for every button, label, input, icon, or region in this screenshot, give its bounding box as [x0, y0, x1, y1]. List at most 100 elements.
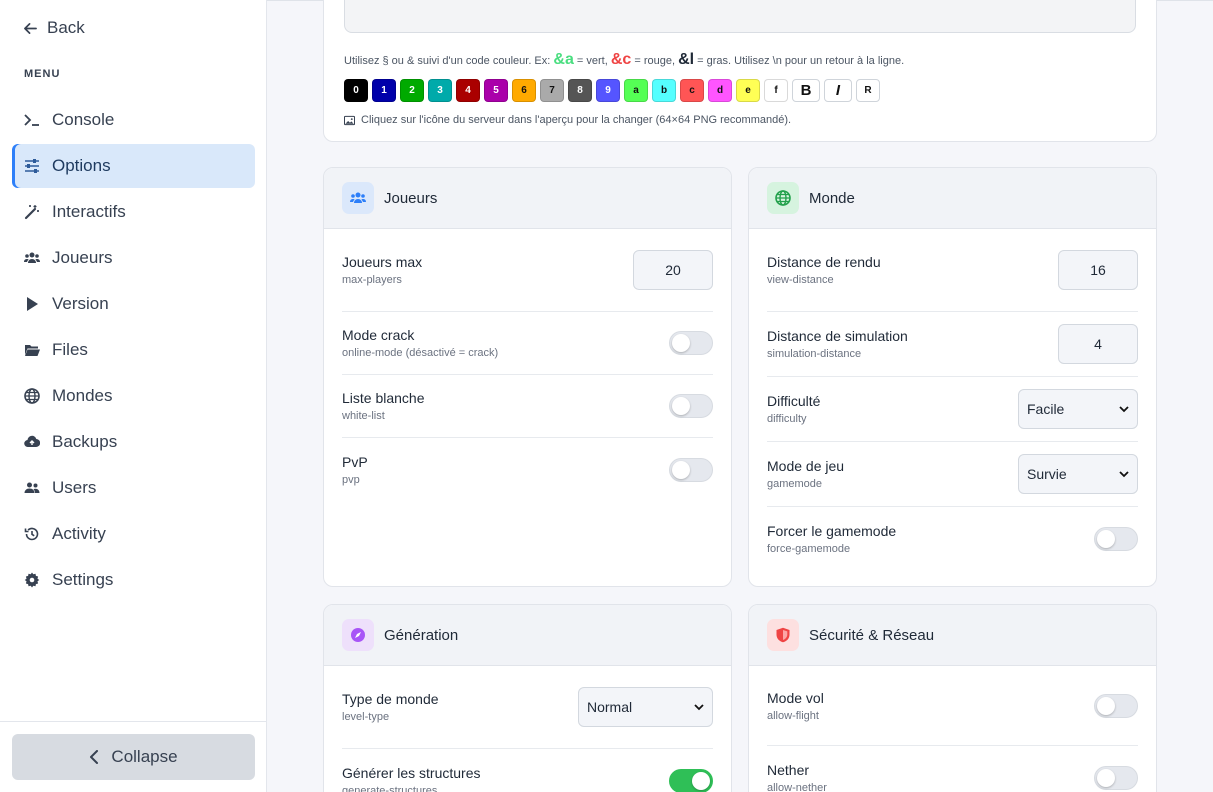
sidebar-item-mondes[interactable]: Mondes — [12, 374, 255, 418]
users-icon — [24, 252, 40, 263]
securite-card: Sécurité & Réseau Mode vol allow-flight N… — [748, 604, 1157, 792]
color-swatch[interactable]: a — [624, 79, 648, 102]
format-reset-button[interactable]: R — [856, 79, 880, 102]
simulation-distance-input[interactable] — [1058, 324, 1138, 364]
sidebar-item-joueurs[interactable]: Joueurs — [12, 236, 255, 280]
color-swatch[interactable]: 0 — [344, 79, 368, 102]
sidebar-item-label: Console — [52, 110, 115, 129]
format-italic-button[interactable]: I — [824, 79, 852, 102]
sidebar-item-label: Activity — [52, 524, 106, 543]
collapse-button[interactable]: Collapse — [12, 734, 255, 780]
sidebar-item-interactifs[interactable]: Interactifs — [12, 190, 255, 234]
sidebar-item-console[interactable]: Console — [12, 98, 255, 142]
setting-row: Difficulté difficulty Facile — [767, 377, 1138, 442]
monde-badge — [767, 182, 799, 214]
color-swatch[interactable]: 9 — [596, 79, 620, 102]
color-swatch[interactable]: 7 — [540, 79, 564, 102]
menu-title: MENU — [24, 68, 61, 80]
shield-icon — [776, 627, 790, 643]
color-swatch[interactable]: e — [736, 79, 760, 102]
joueurs-card-header: Joueurs — [324, 168, 731, 229]
sidebar-item-label: Files — [52, 340, 88, 359]
sidebar-item-users[interactable]: Users — [12, 466, 255, 510]
securite-card-header: Sécurité & Réseau — [749, 605, 1156, 666]
joueurs-card: Joueurs Joueurs maxmax-players Mode crac… — [323, 167, 732, 587]
users-icon — [350, 192, 366, 203]
chevron-down-icon — [1119, 406, 1129, 413]
sidebar-item-label: Settings — [52, 570, 114, 589]
color-swatch[interactable]: 8 — [568, 79, 592, 102]
code-bold-example: &l — [678, 51, 695, 68]
motd-card: Utilisez § ou & suivi d'un code couleur.… — [323, 0, 1157, 142]
sidebar-item-version[interactable]: Version — [12, 282, 255, 326]
sidebar-item-settings[interactable]: Settings — [12, 558, 255, 602]
back-label: Back — [47, 18, 85, 37]
sidebar: Back MENU Console Options Interactifs Jo… — [0, 0, 267, 792]
sidebar-item-files[interactable]: Files — [12, 328, 255, 372]
setting-row: PvP pvp — [342, 438, 713, 501]
setting-row: Joueurs max max-players — [342, 229, 713, 312]
terminal-icon — [24, 114, 39, 126]
code-green-example: &a — [553, 51, 574, 68]
motd-input[interactable] — [344, 0, 1136, 33]
cloud-upload-icon — [24, 435, 40, 448]
white-list-toggle[interactable] — [669, 394, 713, 418]
history-icon — [24, 527, 39, 541]
level-type-select[interactable]: Normal — [578, 687, 713, 727]
globe-icon — [24, 388, 40, 404]
color-swatch[interactable]: 6 — [512, 79, 536, 102]
color-swatch[interactable]: 1 — [372, 79, 396, 102]
user-group-icon — [24, 482, 40, 493]
allow-flight-toggle[interactable] — [1094, 693, 1138, 718]
securite-badge — [767, 619, 799, 651]
gamemode-select[interactable]: Survie — [1018, 454, 1138, 494]
format-bold-button[interactable]: B — [792, 79, 820, 102]
card-title: Joueurs — [384, 189, 438, 207]
color-swatch[interactable]: 2 — [400, 79, 424, 102]
card-title: Monde — [809, 189, 855, 207]
online-mode-toggle[interactable] — [669, 331, 713, 355]
difficulty-select[interactable]: Facile — [1018, 389, 1138, 429]
magic-wand-icon — [24, 205, 39, 220]
sidebar-item-label: Joueurs — [52, 248, 113, 267]
sliders-icon — [25, 159, 39, 173]
card-title: Sécurité & Réseau — [809, 626, 935, 644]
image-icon — [344, 115, 355, 125]
color-swatch[interactable]: 3 — [428, 79, 452, 102]
main-content: Utilisez § ou & suivi d'un code couleur.… — [268, 0, 1213, 792]
force-gamemode-toggle[interactable] — [1094, 526, 1138, 551]
sidebar-item-activity[interactable]: Activity — [12, 512, 255, 556]
card-title: Génération — [384, 626, 459, 644]
monde-card-header: Monde — [749, 168, 1156, 229]
generation-card: Génération Type de monde level-type Norma… — [323, 604, 732, 792]
monde-card: Monde Distance de renduview-distance Dis… — [748, 167, 1157, 587]
sidebar-item-backups[interactable]: Backups — [12, 420, 255, 464]
globe-icon — [775, 190, 791, 206]
sidebar-item-label: Users — [52, 478, 97, 497]
setting-row: Type de monde level-type Normal — [342, 666, 713, 749]
allow-nether-toggle[interactable] — [1094, 765, 1138, 790]
setting-row: Liste blanche white-list — [342, 375, 713, 438]
sidebar-item-options[interactable]: Options — [12, 144, 255, 188]
generation-card-header: Génération — [324, 605, 731, 666]
sidebar-nav: Console Options Interactifs Joueurs Vers… — [12, 98, 255, 604]
generate-structures-toggle[interactable] — [669, 768, 713, 792]
color-swatch[interactable]: f — [764, 79, 788, 102]
play-icon — [27, 297, 38, 311]
gear-icon — [24, 572, 40, 588]
pvp-toggle[interactable] — [669, 457, 713, 482]
sidebar-item-label: Backups — [52, 432, 118, 451]
server-icon-hint: Cliquez sur l'icône du serveur dans l'ap… — [344, 114, 791, 126]
setting-row: Mode de jeu gamemode Survie — [767, 442, 1138, 507]
chevron-down-icon — [1119, 471, 1129, 478]
back-link[interactable]: Back — [24, 18, 85, 38]
color-swatch[interactable]: 5 — [484, 79, 508, 102]
color-swatch[interactable]: d — [708, 79, 732, 102]
color-swatch[interactable]: b — [652, 79, 676, 102]
view-distance-input[interactable] — [1058, 250, 1138, 290]
sidebar-item-label: Mondes — [52, 386, 113, 405]
color-swatch[interactable]: 4 — [456, 79, 480, 102]
color-swatch[interactable]: c — [680, 79, 704, 102]
max-players-input[interactable] — [633, 250, 713, 290]
sidebar-item-label: Options — [52, 156, 111, 175]
